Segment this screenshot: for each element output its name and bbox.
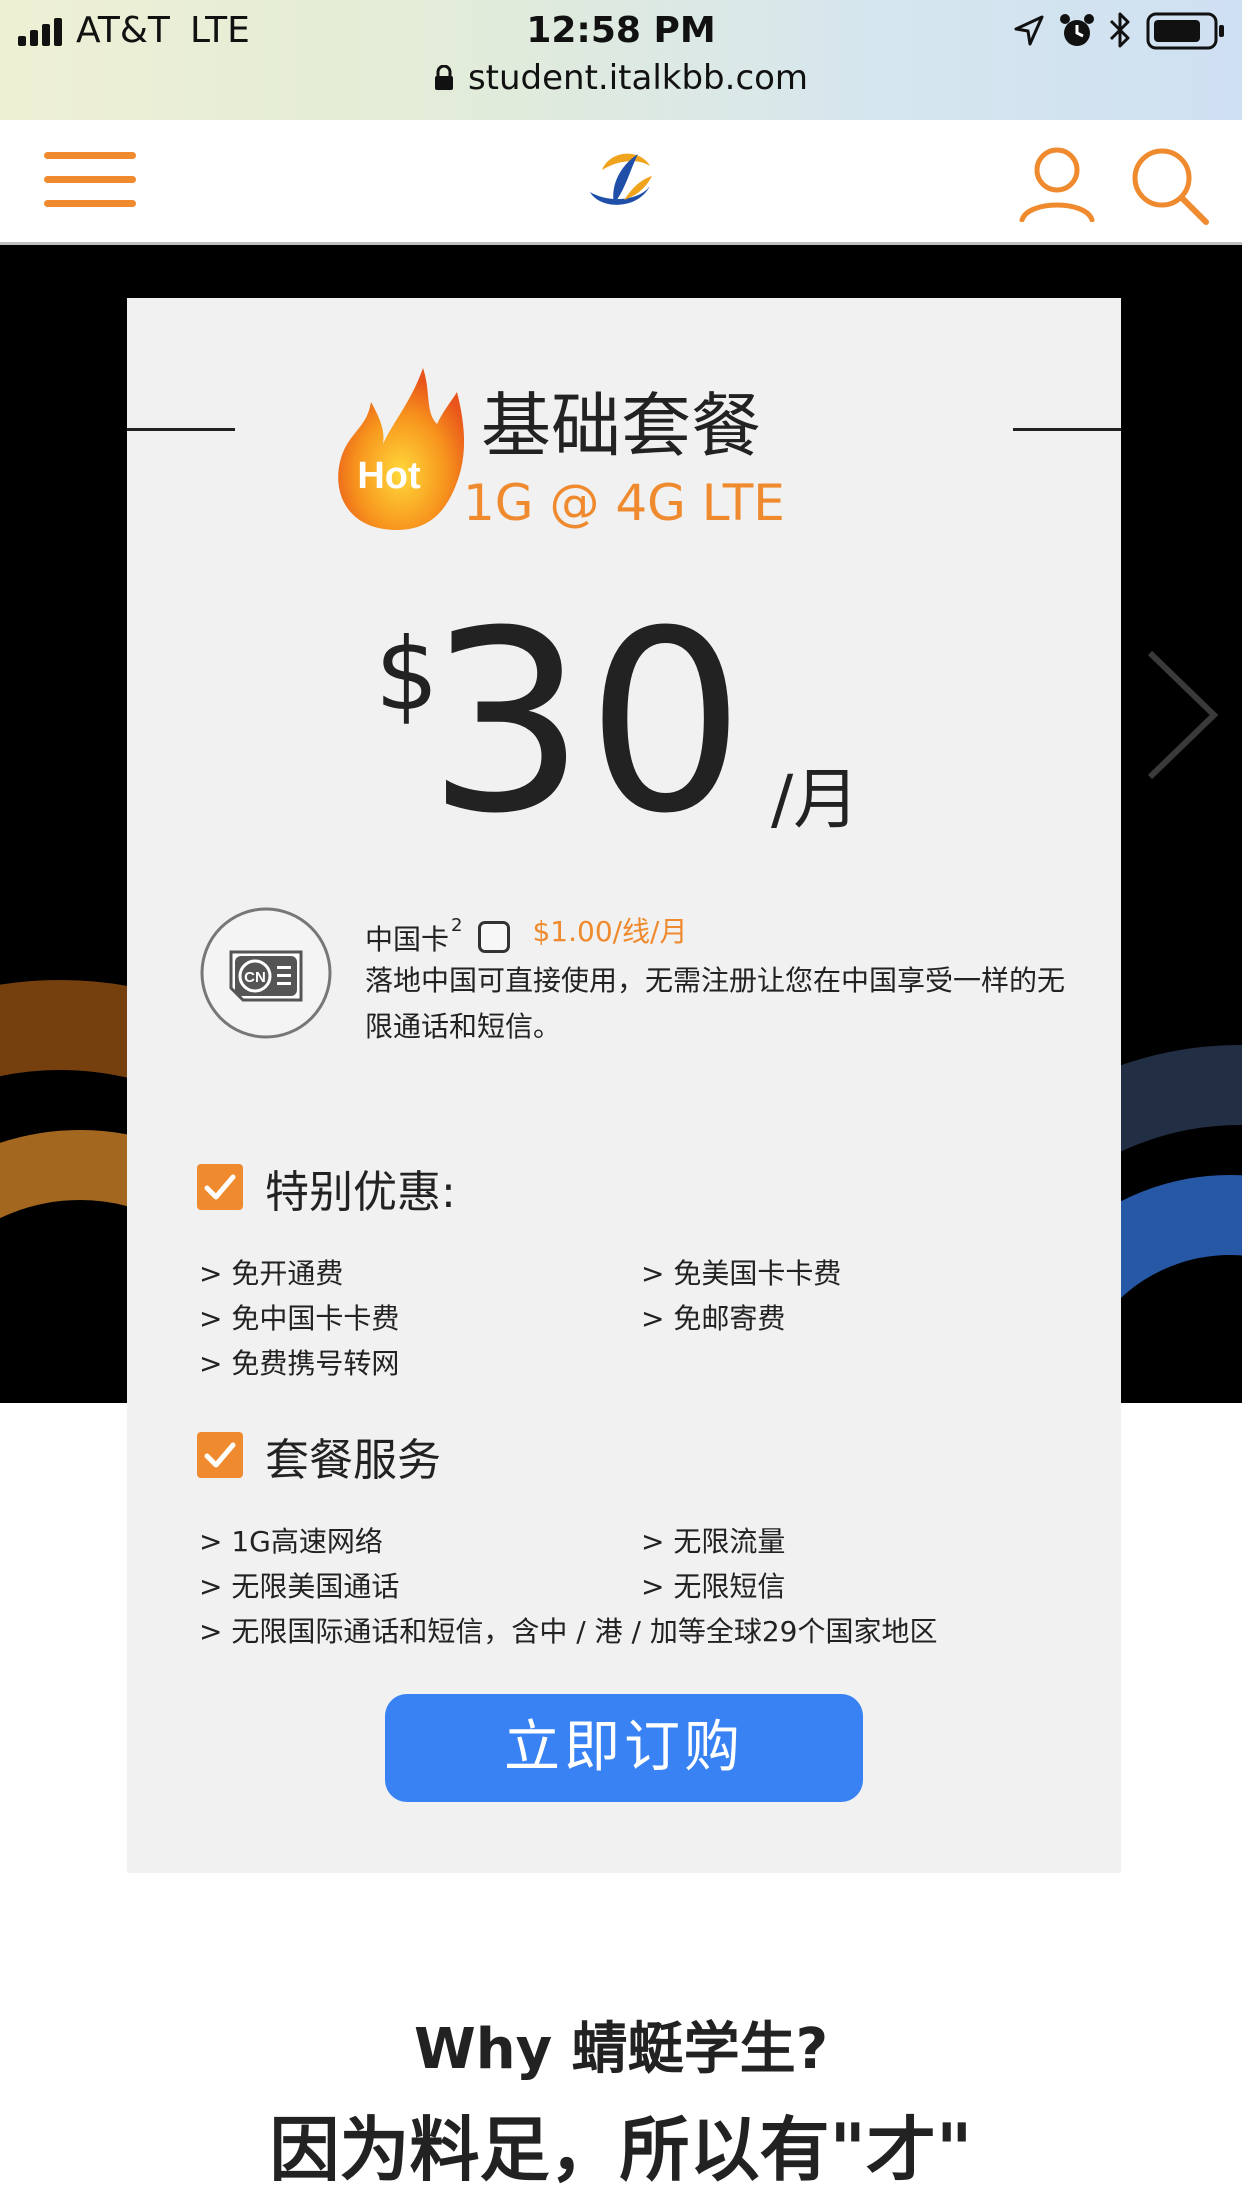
china-card-label: 中国卡 2 bbox=[365, 915, 463, 956]
special-offer-item: > 免美国卡卡费 bbox=[641, 1257, 842, 1290]
lock-icon bbox=[434, 65, 453, 90]
user-icon[interactable] bbox=[1018, 144, 1096, 222]
svg-text:CN: CN bbox=[244, 969, 266, 986]
alarm-icon bbox=[1060, 14, 1094, 46]
hot-label: Hot bbox=[357, 455, 421, 497]
price-unit: /月 bbox=[771, 761, 860, 838]
logo[interactable] bbox=[580, 140, 660, 220]
status-time: 12:58 PM bbox=[526, 10, 716, 51]
checkbox-checked-icon bbox=[197, 1432, 243, 1478]
special-offer-item: > 免中国卡卡费 bbox=[199, 1302, 400, 1335]
china-card-option: 中国卡 2 $1.00/线/月 bbox=[365, 910, 688, 960]
special-offer-item: > 免费携号转网 bbox=[199, 1347, 400, 1380]
bluetooth-icon bbox=[1109, 12, 1130, 48]
next-slide-arrow[interactable] bbox=[1142, 645, 1222, 785]
battery-icon bbox=[1146, 12, 1224, 50]
service-item: > 无限国际通话和短信，含中 / 港 / 加等全球29个国家地区 bbox=[199, 1615, 938, 1648]
service-item: > 1G高速网络 bbox=[199, 1525, 383, 1558]
plan-subtitle: 1G @ 4G LTE bbox=[463, 474, 785, 532]
site-header bbox=[0, 120, 1242, 245]
search-icon[interactable] bbox=[1128, 144, 1210, 226]
special-offer-item: > 免邮寄费 bbox=[641, 1302, 786, 1335]
title-divider-left bbox=[127, 428, 235, 431]
why-heading: Why 蜻蜓学生? bbox=[413, 2017, 829, 2082]
service-item: > 无限流量 bbox=[641, 1525, 786, 1558]
china-card-price: $1.00/线/月 bbox=[532, 915, 688, 948]
checkbox-checked-icon bbox=[197, 1164, 243, 1210]
china-card-description: 落地中国可直接使用，无需注册让您在中国享受一样的无限通话和短信。 bbox=[365, 964, 1066, 1043]
buy-now-button[interactable]: 立即订购 bbox=[385, 1694, 863, 1802]
menu-icon[interactable] bbox=[44, 152, 136, 208]
china-sim-icon: CN bbox=[200, 907, 332, 1039]
plan-card: Hot 基础套餐 1G @ 4G LTE $ 30 /月 CN 中国卡 2 $1.0… bbox=[127, 298, 1121, 1873]
plan-services-title: 套餐服务 bbox=[265, 1435, 441, 1486]
special-offer-item: > 免开通费 bbox=[199, 1257, 344, 1290]
plan-title: 基础套餐 bbox=[481, 385, 761, 467]
special-offers-title: 特别优惠: bbox=[265, 1167, 456, 1218]
price-amount: 30 bbox=[427, 577, 746, 868]
address-bar[interactable]: student.italkbb.com bbox=[0, 58, 1242, 98]
title-divider-right bbox=[1013, 428, 1121, 431]
url-text: student.italkbb.com bbox=[467, 58, 809, 98]
service-item: > 无限美国通话 bbox=[199, 1570, 400, 1603]
china-card-checkbox[interactable] bbox=[478, 920, 511, 953]
hot-fire-icon: Hot bbox=[338, 368, 465, 530]
status-bar: AT&T LTE 12:58 PM student.italkbb.com bbox=[0, 0, 1242, 121]
service-item: > 无限短信 bbox=[641, 1570, 786, 1603]
footnote-marker: 2 bbox=[451, 915, 463, 936]
slogan-heading: 因为料足，所以有"才" bbox=[269, 2109, 973, 2191]
location-icon bbox=[1014, 15, 1044, 46]
